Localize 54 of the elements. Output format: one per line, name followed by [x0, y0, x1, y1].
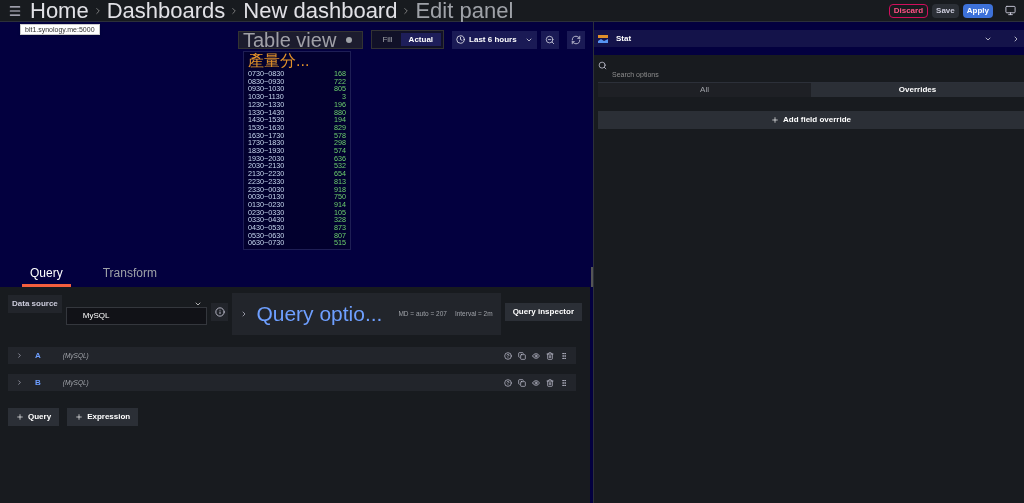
search-icon [598, 61, 607, 70]
chevron-down-icon [194, 300, 203, 308]
time-range-picker[interactable]: Last 6 hours [452, 30, 537, 49]
chevron-right-icon [16, 379, 23, 386]
chevron-right-icon[interactable] [1012, 34, 1020, 43]
size-mode-option[interactable]: Fill [374, 33, 401, 46]
add-query-button[interactable]: Query [8, 408, 60, 426]
breadcrumb-link[interactable]: Home [30, 0, 89, 22]
eye-icon[interactable] [532, 351, 540, 360]
query-ref-id: A [35, 349, 41, 362]
trash-icon[interactable] [546, 351, 554, 360]
clock-icon [456, 35, 466, 44]
visualization-picker[interactable]: Stat [594, 30, 1024, 47]
drag-handle-icon[interactable] [560, 351, 568, 360]
copy-icon[interactable] [518, 378, 526, 387]
zoom-out-icon [544, 34, 555, 45]
stat-icon [598, 34, 608, 43]
zoom-out-button[interactable] [540, 30, 559, 49]
refresh-icon [570, 34, 581, 45]
editor-tab[interactable]: Transform [94, 264, 165, 287]
breadcrumb-link[interactable]: New dashboard [243, 0, 398, 22]
eye-icon[interactable] [532, 378, 540, 387]
help-icon[interactable] [504, 351, 512, 360]
trash-icon[interactable] [546, 378, 554, 387]
help-button[interactable] [211, 303, 229, 321]
add-field-override-button[interactable]: Add field override [598, 111, 1024, 129]
query-ref-id: B [35, 376, 41, 389]
chevron-right-icon [16, 352, 23, 359]
action-button[interactable]: Apply [962, 3, 993, 18]
copy-icon[interactable] [518, 351, 526, 360]
table-view-toggle[interactable]: Table view [238, 30, 364, 49]
query-options-title: Query optio... [256, 301, 383, 328]
menu-icon[interactable] [8, 3, 22, 18]
plus-icon [75, 413, 84, 421]
options-tab[interactable]: Overrides [811, 83, 1024, 97]
action-button[interactable]: Discard [888, 3, 929, 18]
options-tab[interactable]: All [598, 83, 811, 97]
breadcrumb-link[interactable]: Edit panel [415, 0, 514, 22]
size-mode-option[interactable]: Actual [400, 33, 442, 46]
help-icon[interactable] [504, 378, 512, 387]
refresh-button[interactable] [566, 30, 585, 49]
breadcrumb-link[interactable]: Dashboards [106, 0, 226, 22]
data-source-label: Data source [8, 295, 62, 313]
plus-icon [16, 413, 24, 421]
drag-handle-icon[interactable] [560, 378, 568, 387]
info-icon [214, 307, 225, 317]
monitor-icon[interactable] [1005, 5, 1016, 16]
add-query-button[interactable]: Expression [67, 408, 139, 426]
table-view-label: Table view [243, 29, 337, 50]
query-inspector-button[interactable]: Query inspector [504, 303, 582, 321]
plus-icon [771, 116, 779, 124]
visualization-name: Stat [616, 32, 632, 45]
panel-title: 產量分... [248, 52, 311, 70]
action-button[interactable]: Save [932, 3, 959, 18]
